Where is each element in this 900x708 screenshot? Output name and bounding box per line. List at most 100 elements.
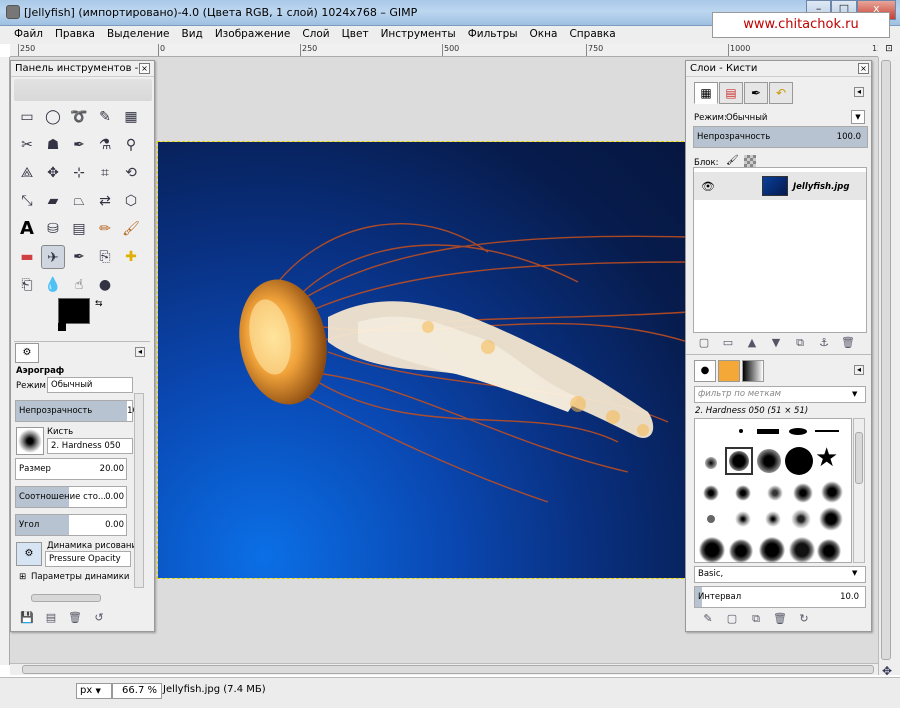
- brush-grid[interactable]: ★: [694, 418, 852, 563]
- brush-item[interactable]: [699, 537, 725, 563]
- angle-slider[interactable]: Угол 0.00: [15, 514, 127, 536]
- foreground-select-icon[interactable]: ☗: [41, 133, 65, 157]
- anchor-layer-icon[interactable]: ⚓: [812, 336, 836, 349]
- zoom-select[interactable]: 66.7 %: [112, 683, 162, 699]
- brush-item[interactable]: [729, 539, 753, 563]
- menu-select[interactable]: Выделение: [101, 26, 176, 44]
- brush-grid-scroll-thumb[interactable]: [855, 432, 863, 484]
- color-picker-icon[interactable]: ⚗: [93, 133, 117, 157]
- smudge-icon[interactable]: ☝: [67, 273, 91, 297]
- color-select-icon[interactable]: ▦: [119, 105, 143, 129]
- menu-help[interactable]: Справка: [563, 26, 621, 44]
- layers-tab-icon[interactable]: ▦: [694, 82, 718, 104]
- move-icon[interactable]: ✥: [41, 161, 65, 185]
- rotate-icon[interactable]: ⟲: [119, 161, 143, 185]
- channels-tab-icon[interactable]: ▤: [719, 82, 743, 104]
- blend-icon[interactable]: ▤: [67, 217, 91, 241]
- close-icon[interactable]: ×: [858, 63, 869, 74]
- menu-filters[interactable]: Фильтры: [462, 26, 524, 44]
- text-tool-icon[interactable]: A: [15, 217, 39, 241]
- brush-item[interactable]: [739, 429, 743, 433]
- tool-options-hscroll[interactable]: [31, 594, 101, 602]
- raise-layer-icon[interactable]: ▲: [740, 336, 764, 349]
- brush-item[interactable]: [767, 485, 783, 501]
- dynamics-params-label[interactable]: Параметры динамики: [31, 572, 129, 582]
- paths-icon[interactable]: ✒: [67, 133, 91, 157]
- brush-item[interactable]: [759, 537, 785, 563]
- brush-item[interactable]: [757, 449, 781, 473]
- delete-layer-icon[interactable]: 🗑: [836, 336, 860, 349]
- perspective-clone-icon[interactable]: ⎗: [15, 273, 39, 297]
- lock-pixels-icon[interactable]: 🖌: [726, 155, 739, 166]
- delete-brush-icon[interactable]: 🗑: [768, 612, 792, 625]
- blur-icon[interactable]: 💧: [41, 273, 65, 297]
- vertical-ruler[interactable]: [0, 57, 10, 665]
- lower-layer-icon[interactable]: ▼: [764, 336, 788, 349]
- horizontal-scroll-thumb[interactable]: [22, 665, 874, 674]
- brush-item[interactable]: [791, 509, 811, 529]
- opacity-slider[interactable]: Непрозрачность 10: [15, 400, 138, 422]
- brush-item[interactable]: [817, 539, 841, 563]
- menu-edit[interactable]: Правка: [49, 26, 101, 44]
- jellyfish-image[interactable]: [157, 141, 689, 579]
- default-colors-icon[interactable]: [58, 323, 66, 331]
- wilber-drop-area[interactable]: [14, 79, 152, 101]
- brush-item[interactable]: [819, 507, 843, 531]
- dynamics-icon[interactable]: ⚙: [16, 542, 42, 566]
- new-layer-group-icon[interactable]: ▭: [716, 336, 740, 349]
- star-brush-icon[interactable]: ★: [815, 445, 838, 471]
- free-select-icon[interactable]: ➰: [67, 105, 91, 129]
- layer-opacity-slider[interactable]: Непрозрачность 100.0: [693, 126, 868, 148]
- size-slider[interactable]: Размер 20.00: [15, 458, 127, 480]
- brush-item[interactable]: [735, 485, 751, 501]
- ellipse-select-icon[interactable]: ◯: [41, 105, 65, 129]
- tool-options-scrollbar[interactable]: [134, 393, 144, 588]
- bucket-fill-icon[interactable]: ⛁: [41, 217, 65, 241]
- chevron-down-icon[interactable]: ▼: [852, 390, 857, 398]
- swap-colors-icon[interactable]: ⇆: [95, 299, 103, 309]
- reset-options-icon[interactable]: ↺: [87, 611, 111, 624]
- tab-menu-icon[interactable]: ◂: [854, 365, 864, 375]
- ink-icon[interactable]: ✒: [67, 245, 91, 269]
- cage-icon[interactable]: ⬡: [119, 189, 143, 213]
- brush-item[interactable]: [785, 447, 813, 475]
- measure-icon[interactable]: ⟁: [15, 161, 39, 185]
- foreground-color[interactable]: [58, 298, 90, 324]
- shear-icon[interactable]: ▰: [41, 189, 65, 213]
- aspect-ratio-slider[interactable]: Соотношение сто... 0.00: [15, 486, 127, 508]
- refresh-brushes-icon[interactable]: ↻: [792, 612, 816, 625]
- delete-options-icon[interactable]: 🗑: [63, 611, 87, 624]
- clone-icon[interactable]: ⎘: [93, 245, 117, 269]
- new-layer-icon[interactable]: ▢: [692, 336, 716, 349]
- paintbrush-icon[interactable]: 🖌: [119, 217, 143, 241]
- brush-preset-select[interactable]: Basic,: [694, 566, 866, 583]
- vertical-scroll-thumb[interactable]: [881, 60, 891, 660]
- airbrush-icon[interactable]: ✈: [41, 245, 65, 269]
- scissors-icon[interactable]: ✂: [15, 133, 39, 157]
- lock-alpha-icon[interactable]: [744, 155, 756, 167]
- expand-icon[interactable]: ⊞: [19, 572, 26, 582]
- dynamics-field[interactable]: Pressure Opacity: [45, 551, 131, 567]
- brush-item[interactable]: [757, 429, 779, 434]
- brush-item[interactable]: [815, 430, 839, 432]
- tab-menu-icon[interactable]: ◂: [854, 87, 864, 97]
- close-icon[interactable]: ×: [139, 63, 150, 74]
- brush-item[interactable]: [729, 451, 749, 471]
- dodge-burn-icon[interactable]: ●: [93, 273, 117, 297]
- duplicate-brush-icon[interactable]: ⧉: [744, 612, 768, 626]
- menu-view[interactable]: Вид: [176, 26, 209, 44]
- brush-item[interactable]: [765, 511, 781, 527]
- new-brush-icon[interactable]: ▢: [720, 612, 744, 625]
- menu-image[interactable]: Изображение: [209, 26, 297, 44]
- menu-file[interactable]: Файл: [8, 26, 49, 44]
- perspective-icon[interactable]: ⏢: [67, 189, 91, 213]
- layer-thumbnail[interactable]: [762, 176, 788, 196]
- menu-windows[interactable]: Окна: [524, 26, 564, 44]
- brush-item[interactable]: [793, 483, 813, 503]
- brush-item[interactable]: [703, 485, 719, 501]
- unit-select[interactable]: px ▼: [76, 683, 112, 699]
- brush-name-field[interactable]: 2. Hardness 050: [47, 438, 133, 454]
- spacing-slider[interactable]: Интервал 10.0: [694, 586, 866, 608]
- menu-layer[interactable]: Слой: [296, 26, 335, 44]
- brush-preview[interactable]: [16, 427, 44, 455]
